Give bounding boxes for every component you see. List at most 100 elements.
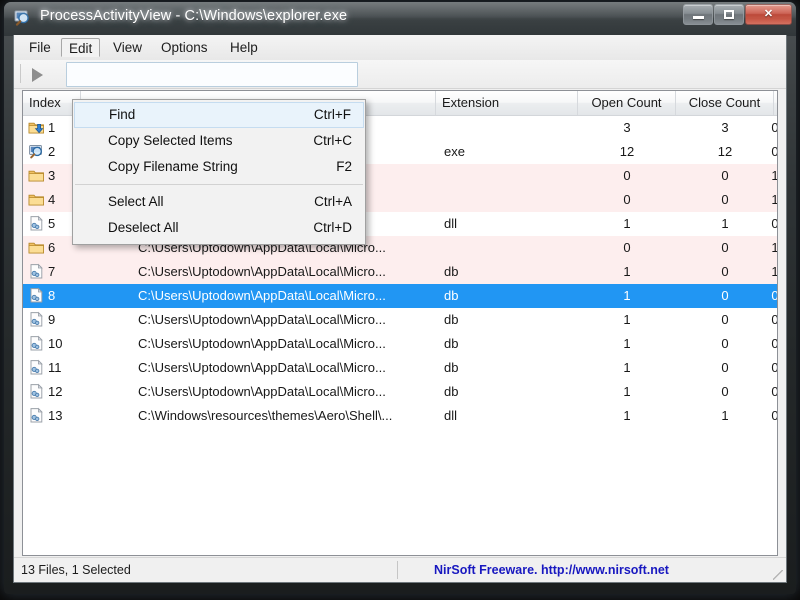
table-row[interactable]: 12 C:\Users\Uptodown\AppData\Local\Micro.… [23, 380, 777, 404]
column-header-extension[interactable]: Extension [436, 91, 578, 115]
cell-extension: db [444, 384, 459, 399]
menu-help[interactable]: Help [223, 38, 265, 57]
menu-edit[interactable]: Edit [61, 38, 101, 57]
table-row[interactable]: 11 C:\Users\Uptodown\AppData\Local\Micro.… [23, 356, 777, 380]
file-dll-icon [28, 359, 45, 376]
folder-icon [28, 167, 45, 184]
toolbar-field[interactable] [66, 62, 358, 87]
minimize-button[interactable] [683, 4, 713, 25]
menu-item-icon-gutter [74, 189, 102, 215]
menu-item-select-all[interactable]: Select All Ctrl+A [74, 189, 364, 215]
title-bar[interactable]: ProcessActivityView - C:\Windows\explore… [4, 2, 796, 36]
row-index: 6 [48, 240, 56, 255]
menu-item-icon-gutter [74, 154, 102, 180]
cell-open-count: 1 [623, 288, 631, 303]
menu-item-shortcut: F2 [336, 159, 352, 174]
cell-extension: exe [444, 144, 465, 159]
edit-dropdown-menu[interactable]: Find Ctrl+F Copy Selected Items Ctrl+C Copy … [72, 99, 366, 245]
row-index: 13 [48, 408, 63, 423]
row-index: 4 [48, 192, 56, 207]
cell-extension: db [444, 312, 459, 327]
row-index: 12 [48, 384, 63, 399]
cell-fail-count: 0 [771, 216, 778, 231]
row-index: 1 [48, 120, 56, 135]
maximize-button[interactable] [714, 4, 744, 25]
status-file-count: 13 Files, 1 Selected [21, 563, 131, 577]
resize-grip[interactable] [773, 570, 783, 580]
menu-file[interactable]: File [22, 38, 58, 57]
column-header-index-label: Index [29, 95, 61, 110]
table-row[interactable]: 10 C:\Users\Uptodown\AppData\Local\Micro.… [23, 332, 777, 356]
folder-icon [28, 239, 45, 256]
menu-view[interactable]: View [106, 38, 149, 57]
file-dll-icon [28, 263, 45, 280]
table-row[interactable]: 13 C:\Windows\resources\themes\Aero\Shell… [23, 404, 777, 428]
search-preview-icon [28, 143, 45, 160]
cell-fail-count: 0 [771, 384, 778, 399]
cell-filename: C:\Users\Uptodown\AppData\Local\Micro... [138, 264, 386, 279]
menu-options-label: Options [161, 40, 208, 55]
close-button[interactable]: ✕ [745, 4, 792, 25]
cell-open-count: 1 [623, 384, 631, 399]
menu-item-copy-filename-string[interactable]: Copy Filename String F2 [74, 154, 364, 180]
cell-extension [444, 116, 574, 140]
cell-open-count: 1 [623, 312, 631, 327]
cell-fail-count: 1 [771, 240, 778, 255]
cell-open-count: 1 [623, 360, 631, 375]
cell-fail-count: 0 [771, 336, 778, 351]
column-header-fail-count[interactable]: Fail [774, 91, 777, 115]
file-dll-icon [28, 311, 45, 328]
cell-fail-count: 1 [771, 192, 778, 207]
row-index: 3 [48, 168, 56, 183]
menu-separator [75, 184, 363, 185]
status-divider [397, 561, 398, 579]
desktop-background: ProcessActivityView - C:\Windows\explore… [0, 0, 800, 600]
cell-fail-count: 0 [771, 120, 778, 135]
menu-item-deselect-all[interactable]: Deselect All Ctrl+D [74, 215, 364, 241]
file-dll-icon [28, 287, 45, 304]
toolbar [14, 60, 786, 89]
menu-item-shortcut: Ctrl+D [313, 220, 352, 235]
cell-extension [444, 164, 574, 188]
row-index: 11 [48, 360, 62, 375]
client-area: File Edit View Options Help Index Extens… [13, 35, 787, 583]
column-header-open-count-label: Open Count [591, 95, 662, 110]
cell-filename: C:\Users\Uptodown\AppData\Local\Micro... [138, 384, 386, 399]
menu-item-copy-selected-items[interactable]: Copy Selected Items Ctrl+C [74, 128, 364, 154]
play-triangle-icon[interactable] [32, 68, 43, 82]
cell-filename: C:\Users\Uptodown\AppData\Local\Micro... [138, 288, 386, 303]
menu-item-find[interactable]: Find Ctrl+F [74, 102, 364, 128]
table-row[interactable]: 7 C:\Users\Uptodown\AppData\Local\Micro..… [23, 260, 777, 284]
cell-open-count: 0 [623, 168, 631, 183]
status-nirsoft-link[interactable]: NirSoft Freeware. http://www.nirsoft.net [434, 558, 669, 582]
column-header-open-count[interactable]: Open Count [578, 91, 676, 115]
menu-help-label: Help [230, 40, 258, 55]
row-index: 7 [48, 264, 56, 279]
cell-extension: db [444, 264, 459, 279]
status-bar: 13 Files, 1 Selected NirSoft Freeware. h… [14, 557, 786, 582]
menu-bar: File Edit View Options Help [14, 35, 786, 61]
file-dll-icon [28, 383, 45, 400]
cell-extension [444, 236, 574, 260]
table-row[interactable]: 9 C:\Users\Uptodown\AppData\Local\Micro..… [23, 308, 777, 332]
column-header-close-count[interactable]: Close Count [676, 91, 774, 115]
menu-item-icon-gutter [75, 103, 103, 127]
cell-fail-count: 1 [771, 264, 778, 279]
cell-fail-count: 0 [771, 312, 778, 327]
row-index: 9 [48, 312, 56, 327]
menu-item-shortcut: Ctrl+F [313, 107, 351, 122]
menu-file-label: File [29, 40, 51, 55]
cell-fail-count: 0 [771, 360, 778, 375]
menu-view-label: View [113, 40, 143, 55]
menu-item-label: Find [109, 107, 136, 122]
cell-filename: C:\Users\Uptodown\AppData\Local\Micro... [138, 360, 386, 375]
cell-fail-count: 1 [771, 168, 778, 183]
menu-item-label: Copy Selected Items [108, 133, 233, 148]
table-row[interactable]: 8 C:\Users\Uptodown\AppData\Local\Micro..… [23, 284, 777, 308]
cell-fail-count: 0 [771, 144, 778, 159]
cell-extension: db [444, 336, 459, 351]
cell-fail-count: 0 [771, 408, 778, 423]
file-dll-icon [28, 407, 45, 424]
menu-options[interactable]: Options [154, 38, 215, 57]
row-index: 2 [48, 144, 56, 159]
